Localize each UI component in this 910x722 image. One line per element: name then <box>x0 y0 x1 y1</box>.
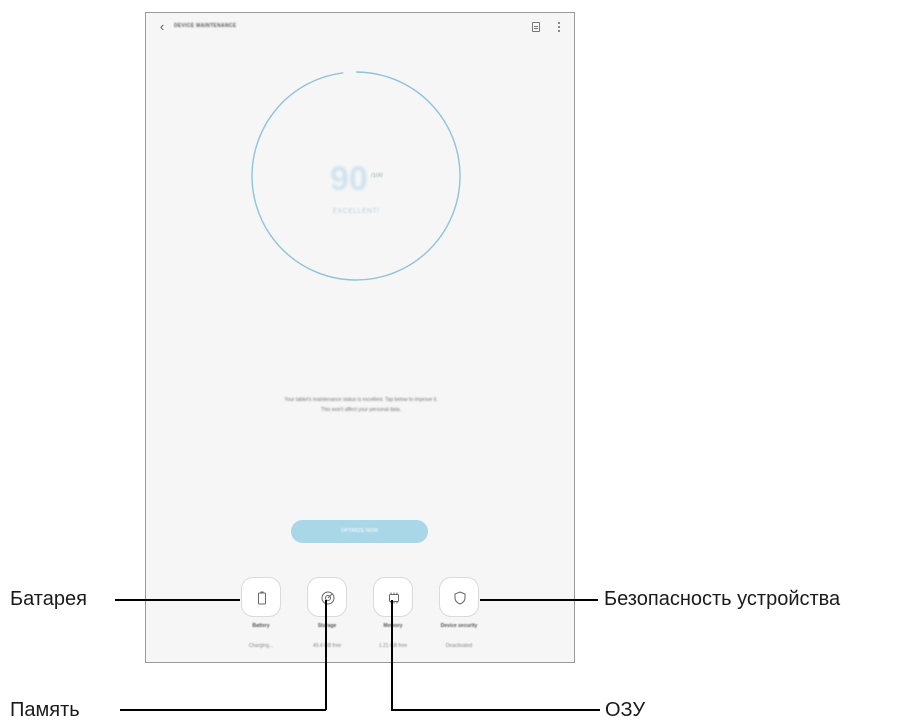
callout-storage-vline <box>325 600 327 710</box>
score-status: EXCELLENT! <box>332 208 380 215</box>
callout-memory-vline <box>391 600 393 710</box>
device-security-label: Device security <box>440 623 478 629</box>
memory-chip-icon <box>389 592 399 604</box>
device-security-button[interactable] <box>439 577 479 617</box>
optimize-now-button[interactable]: OPTIMIZE NOW <box>291 520 428 543</box>
device-security-status: Deactivated <box>445 643 473 649</box>
battery-button[interactable] <box>241 577 281 617</box>
storage-button[interactable] <box>307 577 347 617</box>
battery-status: Charging... <box>248 643 274 649</box>
callout-security: Безопасность устройства <box>604 588 841 610</box>
document-icon[interactable] <box>532 22 540 32</box>
optimize-now-label: OPTIMIZE NOW <box>340 528 379 534</box>
callout-battery-line <box>115 599 240 601</box>
callout-battery: Батарея <box>10 588 87 610</box>
memory-label: Memory <box>383 623 403 629</box>
shield-icon <box>454 591 466 605</box>
storage-status: 49.4 GB free <box>312 643 342 649</box>
callout-memory-hline <box>391 709 600 711</box>
storage-label: Storage <box>317 623 337 629</box>
screen-title: DEVICE MAINTENANCE <box>174 23 237 29</box>
callout-storage-hline <box>120 709 326 711</box>
status-description-line2: This won't affect your personal data. <box>320 407 402 413</box>
storage-icon <box>321 591 335 605</box>
memory-status: 1.21 GB free <box>378 643 408 649</box>
callout-security-line <box>480 599 598 601</box>
battery-icon <box>258 591 266 605</box>
app-bar: ‹ DEVICE MAINTENANCE <box>146 13 574 45</box>
device-maintenance-screen: ‹ DEVICE MAINTENANCE 90 /100 EXCELLENT! … <box>145 12 575 663</box>
more-options-icon[interactable] <box>555 22 563 34</box>
status-description: Your tablet's maintenance status is exce… <box>216 395 506 415</box>
status-description-line1: Your tablet's maintenance status is exce… <box>284 397 438 403</box>
callout-memory: ОЗУ <box>605 699 646 721</box>
score-max: /100 <box>371 173 383 179</box>
score-value: 90 <box>330 160 368 198</box>
back-button[interactable]: ‹ <box>154 19 170 35</box>
battery-label: Battery <box>252 623 270 629</box>
memory-button[interactable] <box>373 577 413 617</box>
callout-storage: Память <box>10 699 80 721</box>
